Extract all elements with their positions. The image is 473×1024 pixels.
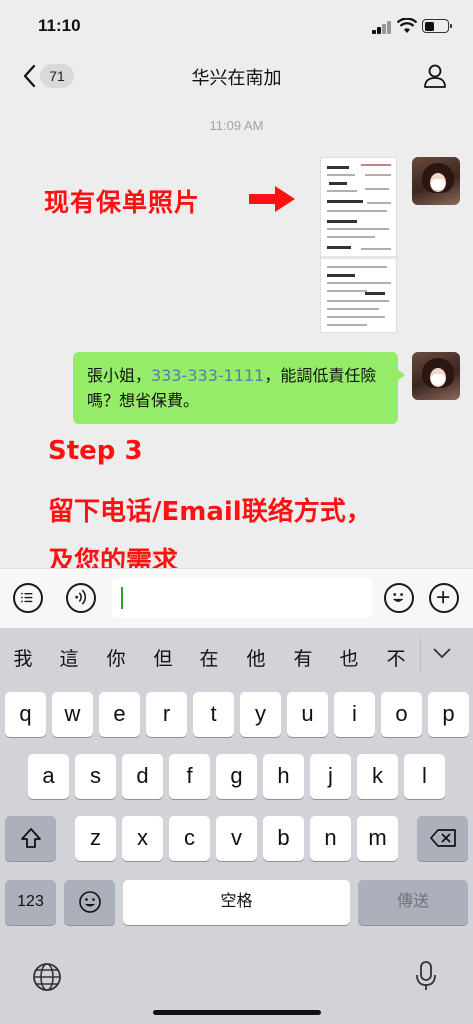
space-key[interactable]: 空格 bbox=[123, 880, 350, 925]
numbers-key[interactable]: 123 bbox=[5, 880, 56, 925]
key-p[interactable]: p bbox=[428, 692, 469, 737]
candidate-word[interactable]: 我 bbox=[8, 644, 38, 671]
key-k[interactable]: k bbox=[357, 754, 398, 799]
annotation-photo: 现有保单照片 bbox=[44, 188, 201, 217]
voice-wave-icon[interactable] bbox=[66, 583, 96, 613]
key-d[interactable]: d bbox=[122, 754, 163, 799]
key-o[interactable]: o bbox=[381, 692, 422, 737]
shift-key[interactable] bbox=[5, 816, 56, 861]
key-v[interactable]: v bbox=[216, 816, 257, 861]
key-x[interactable]: x bbox=[122, 816, 163, 861]
key-n[interactable]: n bbox=[310, 816, 351, 861]
key-c[interactable]: c bbox=[169, 816, 210, 861]
candidate-word[interactable]: 這 bbox=[54, 644, 84, 671]
key-a[interactable]: a bbox=[28, 754, 69, 799]
key-e[interactable]: e bbox=[99, 692, 140, 737]
candidate-word[interactable]: 有 bbox=[288, 644, 318, 671]
candidate-bar: 我 這 你 但 在 他 有 也 不 bbox=[0, 628, 473, 684]
emoji-key-icon bbox=[78, 891, 101, 913]
key-g[interactable]: g bbox=[216, 754, 257, 799]
key-q[interactable]: q bbox=[5, 692, 46, 737]
key-f[interactable]: f bbox=[169, 754, 210, 799]
annotation-step: Step 3 bbox=[48, 436, 143, 466]
candidate-word[interactable]: 在 bbox=[194, 644, 224, 671]
message-prefix: 張小姐， bbox=[87, 366, 152, 385]
candidate-word[interactable]: 你 bbox=[101, 644, 131, 671]
status-time: 11:10 bbox=[38, 16, 81, 35]
send-key[interactable]: 傳送 bbox=[358, 880, 468, 925]
chat-title: 华兴在南加 bbox=[191, 68, 282, 89]
key-j[interactable]: j bbox=[310, 754, 351, 799]
signal-icon bbox=[372, 21, 392, 34]
message-timestamp: 11:09 AM bbox=[209, 118, 264, 133]
person-icon[interactable] bbox=[422, 63, 448, 89]
candidate-divider bbox=[420, 638, 421, 672]
key-y[interactable]: y bbox=[240, 692, 281, 737]
key-u[interactable]: u bbox=[287, 692, 328, 737]
globe-icon[interactable] bbox=[32, 962, 62, 992]
delete-icon bbox=[429, 829, 456, 847]
sender-avatar[interactable] bbox=[412, 157, 460, 205]
chevron-down-icon[interactable] bbox=[433, 647, 451, 659]
arrow-right-icon bbox=[249, 186, 295, 212]
chat-header: 71 华兴在南加 bbox=[0, 52, 473, 100]
voice-list-icon[interactable] bbox=[13, 583, 43, 613]
message-input-bar bbox=[0, 568, 473, 628]
candidate-word[interactable]: 他 bbox=[241, 644, 271, 671]
delete-key[interactable] bbox=[417, 816, 468, 861]
message-phone-link[interactable]: 333-333-1111 bbox=[151, 366, 264, 385]
key-r[interactable]: r bbox=[146, 692, 187, 737]
key-l[interactable]: l bbox=[404, 754, 445, 799]
key-s[interactable]: s bbox=[75, 754, 116, 799]
key-t[interactable]: t bbox=[193, 692, 234, 737]
candidate-word[interactable]: 也 bbox=[334, 644, 364, 671]
plus-icon[interactable] bbox=[429, 583, 459, 613]
key-z[interactable]: z bbox=[75, 816, 116, 861]
emoji-key[interactable] bbox=[64, 880, 115, 925]
battery-icon bbox=[422, 19, 452, 33]
candidate-word[interactable]: 不 bbox=[381, 644, 411, 671]
text-message-bubble[interactable]: 張小姐，333-333-1111，能調低責任險嗎？想省保費。 bbox=[73, 352, 405, 424]
sender-avatar[interactable] bbox=[412, 352, 460, 400]
key-m[interactable]: m bbox=[357, 816, 398, 861]
annotation-contact: 留下电话/Email联络方式， bbox=[48, 497, 372, 527]
candidate-word[interactable]: 但 bbox=[148, 644, 178, 671]
key-w[interactable]: w bbox=[52, 692, 93, 737]
key-h[interactable]: h bbox=[263, 754, 304, 799]
key-i[interactable]: i bbox=[334, 692, 375, 737]
key-b[interactable]: b bbox=[263, 816, 304, 861]
status-bar: 11:10 bbox=[0, 0, 473, 52]
message-input[interactable] bbox=[112, 578, 372, 618]
home-indicator bbox=[153, 1010, 321, 1015]
insurance-photo-message[interactable] bbox=[320, 157, 397, 333]
emoji-icon[interactable] bbox=[384, 583, 414, 613]
keyboard: 我 這 你 但 在 他 有 也 不 q w e r t y u i o p a … bbox=[0, 628, 473, 1024]
text-caret bbox=[121, 587, 123, 609]
shift-icon bbox=[20, 828, 41, 848]
wifi-icon bbox=[397, 18, 417, 33]
microphone-icon[interactable] bbox=[414, 960, 438, 992]
